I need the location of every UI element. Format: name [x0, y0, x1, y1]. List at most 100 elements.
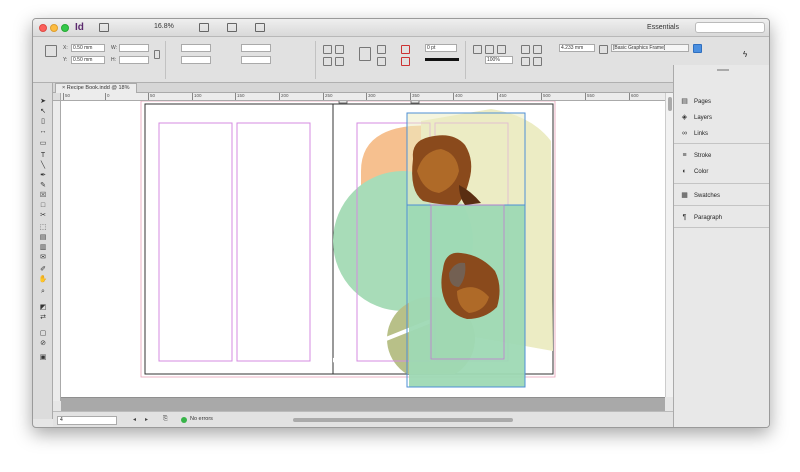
drop-shadow-icon[interactable] — [485, 45, 494, 54]
fill-frame-proportionally-icon[interactable] — [533, 57, 542, 66]
gradient-swatch-tool-icon[interactable]: ▤ — [38, 233, 48, 242]
select-content-icon[interactable] — [377, 57, 386, 66]
close-window-button[interactable] — [39, 24, 47, 32]
panel-pages[interactable]: ▤ Pages — [680, 95, 768, 109]
bridge-icon[interactable] — [99, 23, 109, 32]
scissors-tool-icon[interactable]: ✂ — [38, 211, 48, 220]
x-position-field[interactable]: 0.50 mm — [71, 44, 105, 52]
panel-swatches[interactable]: ▦ Swatches — [680, 189, 768, 203]
previous-page-button[interactable]: ◂ — [133, 416, 136, 423]
view-options-icon[interactable] — [199, 23, 209, 32]
screen-mode-dropdown-icon[interactable] — [227, 23, 237, 32]
opacity-icon[interactable] — [497, 45, 506, 54]
free-transform-tool-icon[interactable]: ⬚ — [38, 223, 48, 232]
fit-frame-to-content-icon[interactable] — [533, 45, 542, 54]
rotation-angle-field[interactable] — [241, 44, 271, 52]
center-content-icon[interactable] — [521, 57, 530, 66]
vertical-scrollbar[interactable] — [665, 93, 673, 397]
panel-grip[interactable] — [717, 69, 729, 71]
vertical-ruler[interactable] — [53, 101, 61, 401]
swap-fill-stroke-icon[interactable]: ⇄ — [38, 313, 48, 322]
lightning-icon[interactable]: ϟ — [743, 50, 752, 59]
panel-links[interactable]: ∞ Links — [680, 127, 768, 141]
fit-content-proportionally-icon[interactable] — [521, 45, 530, 54]
rectangle-frame-tool-icon[interactable]: ☒ — [38, 191, 48, 200]
ruler-tick — [148, 93, 149, 100]
horizontal-scroll-thumb[interactable] — [293, 418, 513, 422]
gap-tool-icon[interactable]: ↔ — [38, 127, 48, 136]
open-page-icon[interactable]: ⎘ — [163, 416, 168, 423]
constrain-proportions-icon[interactable] — [154, 50, 160, 59]
x-label: X: — [63, 45, 68, 51]
screen-mode-icon[interactable]: ▣ — [38, 353, 48, 362]
y-position-field[interactable]: 0.50 mm — [71, 56, 105, 64]
fill-stroke-icon[interactable]: ◩ — [38, 303, 48, 312]
panel-layers[interactable]: ◈ Layers — [680, 111, 768, 125]
vertical-scroll-thumb[interactable] — [668, 97, 672, 111]
formatting-affects-container-icon[interactable]: ▢ — [38, 329, 48, 338]
object-style-dropdown[interactable]: [Basic Graphics Frame] — [611, 44, 689, 52]
scale-x-field[interactable] — [181, 44, 211, 52]
reference-value-field[interactable]: 4.233 mm — [559, 44, 595, 52]
document-tab[interactable]: × Recipe Book.indd @ 18% — [55, 83, 137, 93]
preflight-status[interactable]: No errors — [190, 416, 213, 422]
minimize-window-button[interactable] — [50, 24, 58, 32]
panel-paragraph[interactable]: ¶ Paragraph — [680, 211, 768, 225]
workspace-switcher[interactable]: Essentials — [635, 22, 691, 33]
left-page[interactable] — [144, 103, 334, 375]
eyedropper-tool-icon[interactable]: ✐ — [38, 265, 48, 274]
hand-tool-icon[interactable]: ✋ — [38, 275, 48, 284]
arrange-documents-icon[interactable] — [255, 23, 265, 32]
stroke-swatch-icon[interactable] — [401, 57, 410, 66]
panel-color[interactable]: ◐ Color — [680, 165, 768, 179]
frame-style-icon[interactable] — [599, 45, 608, 54]
selection-tool-icon[interactable]: ➤ — [38, 97, 48, 106]
shear-angle-field[interactable] — [241, 56, 271, 64]
stroke-type-preview[interactable] — [425, 58, 459, 61]
stroke-weight-field[interactable]: 0 pt — [425, 44, 457, 52]
horizontal-ruler[interactable]: 50 0 50 100 150 200 250 300 350 400 450 500 550 600 — [61, 93, 673, 101]
opacity-field[interactable]: 100% — [485, 56, 513, 64]
ruler-tick-label: 500 — [543, 93, 551, 98]
note-tool-icon[interactable]: ✉ — [38, 253, 48, 262]
divider — [465, 41, 466, 79]
type-tool-icon[interactable]: T — [38, 151, 48, 160]
panel-label: Paragraph — [694, 215, 723, 221]
pen-tool-icon[interactable]: ✒ — [38, 171, 48, 180]
direct-selection-tool-icon[interactable]: ↖ — [38, 107, 48, 116]
gradient-feather-tool-icon[interactable]: ▥ — [38, 243, 48, 252]
close-tab-icon[interactable]: × — [62, 85, 65, 91]
panel-stroke[interactable]: ≡ Stroke — [680, 149, 768, 163]
rotate-ccw-icon[interactable] — [335, 45, 344, 54]
adobe-stock-search-input[interactable] — [695, 22, 765, 33]
zoom-level-dropdown[interactable]: 16.8% — [154, 23, 174, 30]
pencil-tool-icon[interactable]: ✎ — [38, 181, 48, 190]
width-field[interactable] — [119, 44, 149, 52]
spread-handle[interactable] — [338, 101, 348, 104]
object-style-dropdown-arrow-icon[interactable] — [693, 44, 702, 53]
line-tool-icon[interactable]: ╲ — [38, 161, 48, 170]
content-collector-icon[interactable]: ▭ — [38, 139, 48, 148]
height-field[interactable] — [119, 56, 149, 64]
zoom-tool-icon[interactable]: ⌕ — [38, 287, 48, 296]
page-tool-icon[interactable]: ▯ — [38, 117, 48, 126]
fill-swatch-icon[interactable] — [401, 45, 410, 54]
rectangle-tool-icon[interactable]: □ — [38, 201, 48, 210]
rotate-cw-icon[interactable] — [323, 45, 332, 54]
apply-none-icon[interactable]: ⊘ — [38, 339, 48, 348]
ruler-origin[interactable] — [53, 93, 61, 101]
preflight-status-icon — [181, 417, 187, 423]
spread-handle[interactable] — [410, 101, 420, 104]
zoom-window-button[interactable] — [61, 24, 69, 32]
document-canvas[interactable] — [61, 101, 665, 397]
flip-vertical-icon[interactable] — [335, 57, 344, 66]
pasteboard — [61, 397, 665, 411]
reference-point-icon[interactable] — [45, 45, 57, 57]
p-icon[interactable] — [359, 47, 371, 61]
scale-y-field[interactable] — [181, 56, 211, 64]
page-number-field[interactable]: 4 — [57, 416, 117, 425]
flip-horizontal-icon[interactable] — [323, 57, 332, 66]
next-page-button[interactable]: ▸ — [145, 416, 148, 423]
select-container-icon[interactable] — [377, 45, 386, 54]
effects-icon[interactable] — [473, 45, 482, 54]
